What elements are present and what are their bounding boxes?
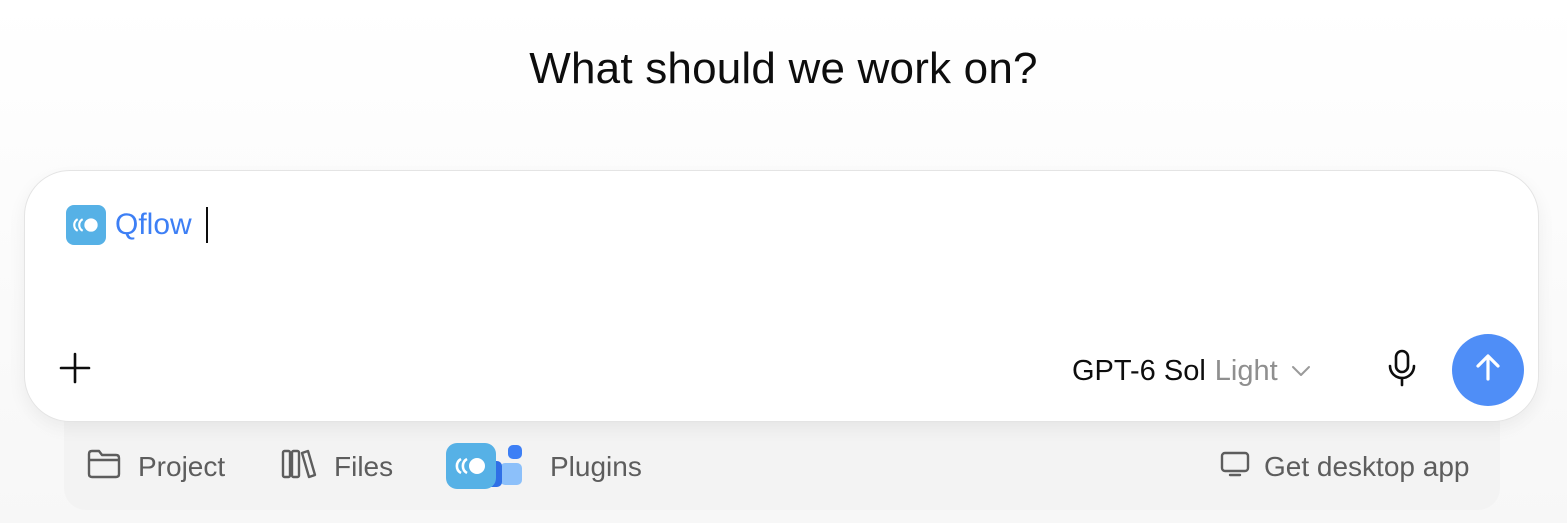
- project-label: Project: [138, 451, 226, 482]
- library-books-icon: [280, 448, 318, 487]
- get-desktop-app-label: Get desktop app: [1264, 451, 1470, 482]
- send-button[interactable]: [1452, 334, 1524, 406]
- plugin-square-icon: [508, 445, 522, 459]
- plugin-square-icon: [500, 463, 522, 485]
- qflow-app-icon: [446, 443, 496, 489]
- plugins-button[interactable]: Plugins: [446, 443, 642, 489]
- project-button[interactable]: Project: [86, 446, 225, 488]
- microphone-icon: [1386, 348, 1418, 393]
- get-desktop-app-button[interactable]: Get desktop app: [1220, 446, 1469, 488]
- app-mention-chip[interactable]: Qflow: [115, 208, 192, 242]
- add-attachment-button[interactable]: [54, 349, 96, 391]
- text-caret: [205, 207, 208, 243]
- arrow-up-icon: [1472, 352, 1504, 389]
- chevron-down-icon: [1290, 364, 1312, 378]
- folder-icon: [86, 448, 122, 487]
- voice-input-button[interactable]: [1380, 348, 1424, 392]
- page-title: What should we work on?: [529, 44, 1038, 93]
- prompt-input[interactable]: Qflow: [66, 205, 208, 245]
- qflow-app-icon: [66, 205, 106, 245]
- plus-icon: [58, 351, 92, 390]
- plugin-icons-stack: [446, 443, 526, 493]
- prompt-composer[interactable]: [24, 170, 1539, 422]
- plugins-label: Plugins: [550, 451, 642, 482]
- files-button[interactable]: Files: [280, 446, 393, 488]
- monitor-icon: [1220, 450, 1250, 485]
- files-label: Files: [334, 451, 394, 482]
- page: What should we work on? Project Files Pl…: [0, 0, 1567, 523]
- model-variant: Light: [1214, 354, 1278, 387]
- model-selector[interactable]: GPT-6 Sol Light: [1072, 350, 1312, 392]
- model-name: GPT-6 Sol: [1072, 354, 1206, 387]
